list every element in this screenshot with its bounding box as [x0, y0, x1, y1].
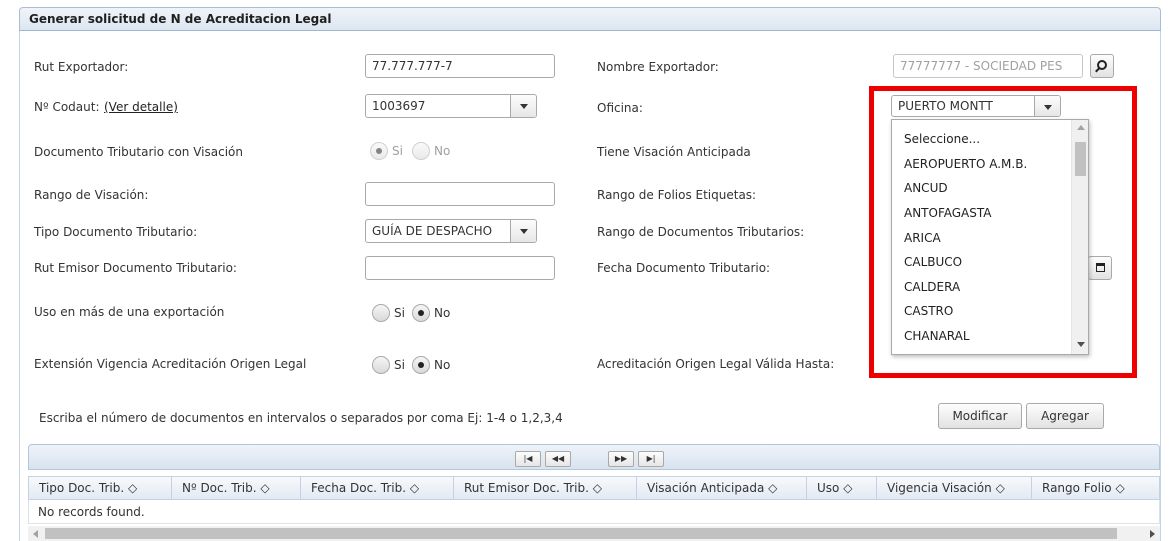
column-header-rango-folio[interactable]: Rango Folio ◇ [1032, 477, 1159, 499]
tipo-doc-label: Tipo Documento Tributario: [34, 225, 198, 239]
column-header-tipo-doc[interactable]: Tipo Doc. Trib. ◇ [29, 477, 172, 499]
chevron-down-icon [510, 95, 536, 117]
uso-si-label: Si [394, 306, 405, 320]
extension-radio-group: Si No [372, 355, 462, 375]
extension-no-label: No [434, 358, 451, 372]
uso-no-radio[interactable] [412, 304, 430, 322]
doc-visacion-label: Documento Tributario con Visación [34, 145, 243, 159]
column-header-uso[interactable]: Uso ◇ [807, 477, 877, 499]
codaut-select[interactable]: 1003697 [365, 94, 537, 118]
rango-visacion-label: Rango de Visación: [34, 188, 149, 202]
search-button[interactable] [1090, 54, 1114, 78]
nombre-exportador-input [893, 54, 1083, 78]
uso-label: Uso en más de una exportación [34, 305, 225, 319]
search-icon [1097, 60, 1107, 70]
scroll-left-icon [33, 530, 38, 538]
rango-folios-label: Rango de Folios Etiquetas: [597, 188, 757, 202]
first-page-button[interactable]: |◀ [515, 451, 541, 467]
ver-detalle-link[interactable]: (Ver detalle) [104, 100, 178, 114]
acreditacion-label: Acreditación Origen Legal Válida Hasta: [597, 357, 835, 371]
last-page-button[interactable]: ▶| [638, 451, 664, 467]
tipo-doc-select-value: GUÍA DE DESPACHO [372, 224, 493, 238]
uso-radio-group: Si No [372, 303, 462, 323]
doc-visacion-si-label: Si [392, 144, 403, 158]
doc-visacion-si-radio [370, 142, 388, 160]
rango-docs-label: Rango de Documentos Tributarios: [597, 225, 805, 239]
rut-exportador-input[interactable] [365, 54, 555, 78]
chevron-down-icon [510, 220, 536, 242]
rango-visacion-input[interactable] [365, 182, 555, 206]
uso-no-label: No [434, 306, 451, 320]
table-row: No records found. [28, 500, 1160, 524]
column-header-num-doc[interactable]: Nº Doc. Trib. ◇ [172, 477, 301, 499]
highlight-box [869, 86, 1137, 378]
next-page-button[interactable]: ▶▶ [608, 451, 634, 467]
extension-si-label: Si [394, 358, 405, 372]
extension-no-radio[interactable] [412, 356, 430, 374]
extension-label: Extensión Vigencia Acreditación Origen L… [34, 357, 307, 371]
modificar-button[interactable]: Modificar [938, 403, 1022, 429]
column-header-rut-emisor[interactable]: Rut Emisor Doc. Trib. ◇ [454, 477, 637, 499]
horizontal-scrollbar[interactable] [28, 526, 1160, 541]
scroll-thumb[interactable] [45, 528, 1117, 539]
doc-visacion-no-radio [412, 142, 430, 160]
table-header: Tipo Doc. Trib. ◇ Nº Doc. Trib. ◇ Fecha … [28, 476, 1160, 500]
empty-message: No records found. [38, 505, 145, 519]
agregar-button[interactable]: Agregar [1026, 403, 1104, 429]
oficina-label: Oficina: [597, 101, 643, 115]
doc-visacion-no-label: No [434, 144, 451, 158]
scroll-right-icon [1150, 530, 1155, 538]
column-header-fecha-doc[interactable]: Fecha Doc. Trib. ◇ [301, 477, 454, 499]
panel-title: Generar solicitud de N de Acreditacion L… [29, 12, 332, 26]
rut-exportador-label: Rut Exportador: [34, 60, 129, 74]
panel-header: Generar solicitud de N de Acreditacion L… [19, 7, 1161, 31]
rut-emisor-label: Rut Emisor Documento Tributario: [34, 261, 237, 275]
nombre-exportador-label: Nombre Exportador: [597, 60, 719, 74]
column-header-vigencia-visacion[interactable]: Vigencia Visación ◇ [877, 477, 1032, 499]
fecha-doc-label: Fecha Documento Tributario: [597, 261, 771, 275]
doc-visacion-radio-group: Si No [370, 141, 460, 161]
extension-si-radio[interactable] [372, 356, 390, 374]
prev-page-button[interactable]: ◀◀ [545, 451, 571, 467]
rut-emisor-input[interactable] [365, 256, 555, 280]
hint-text: Escriba el número de documentos en inter… [39, 411, 563, 425]
tipo-doc-select[interactable]: GUÍA DE DESPACHO [365, 219, 537, 243]
paginator: |◀ ◀◀ ▶▶ ▶| [28, 444, 1160, 470]
tiene-visacion-label: Tiene Visación Anticipada [597, 145, 751, 159]
column-header-visacion-anticipada[interactable]: Visación Anticipada ◇ [637, 477, 807, 499]
codaut-select-value: 1003697 [372, 99, 426, 113]
codaut-label: Nº Codaut: [34, 100, 100, 114]
uso-si-radio[interactable] [372, 304, 390, 322]
